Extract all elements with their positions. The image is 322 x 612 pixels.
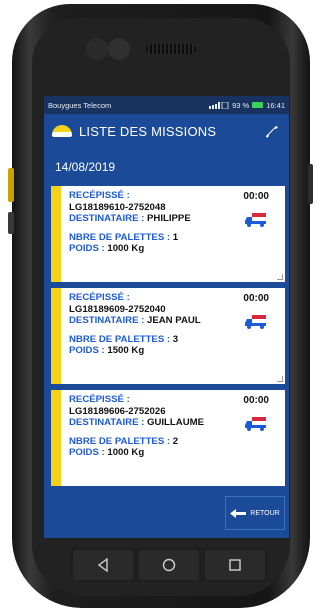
back-triangle-icon <box>97 558 108 572</box>
palettes-label: NBRE DE PALETTES : <box>69 435 171 447</box>
clock: 16:41 <box>266 100 285 110</box>
mission-time: 00:00 <box>243 395 269 406</box>
mission-card[interactable]: RECÉPISSÉ : LG18189610-2752048 DESTINATA… <box>51 186 285 282</box>
card-corner-mark <box>277 274 283 280</box>
destinataire-value: JEAN PAUL <box>147 315 201 326</box>
palettes-value: 2 <box>172 435 179 447</box>
battery-percent: 93 % <box>232 100 250 110</box>
palettes-label: NBRE DE PALETTES : <box>69 231 171 243</box>
phone-icon[interactable] <box>261 121 281 141</box>
recents-square-icon <box>229 559 241 571</box>
poids-value: 1500 Kg <box>107 345 145 356</box>
destinataire-label: DESTINATAIRE : <box>69 213 145 224</box>
signal-icon <box>209 101 229 109</box>
palettes-value: 3 <box>172 333 179 345</box>
app-header: LISTE DES MISSIONS <box>44 114 289 148</box>
poids-label: POIDS : <box>69 447 105 458</box>
home-circle-icon <box>162 558 176 572</box>
speaker-grille <box>146 44 196 54</box>
nav-back-button[interactable] <box>73 550 133 580</box>
destinataire-value: PHILIPPE <box>147 213 191 224</box>
mission-time: 00:00 <box>243 191 269 202</box>
page-title: LISTE DES MISSIONS <box>79 123 217 139</box>
battery-icon <box>252 102 264 108</box>
mission-date: 14/08/2019 <box>55 160 116 174</box>
mission-card[interactable]: RECÉPISSÉ : LG18189609-2752040 DESTINATA… <box>51 288 285 384</box>
nav-recents-button[interactable] <box>205 550 265 580</box>
mission-time: 00:00 <box>243 293 269 304</box>
status-bar: Bouygues Telecom 93 % 16:41 <box>44 96 289 114</box>
palettes-value: 1 <box>172 231 179 243</box>
truck-icon <box>245 315 266 329</box>
retour-button[interactable]: RETOUR <box>225 496 285 530</box>
brand-logo-icon <box>52 125 72 137</box>
back-arrow-icon <box>230 508 247 518</box>
destinataire-value: GUILLAUME <box>147 417 205 428</box>
poids-value: 1000 Kg <box>107 447 145 458</box>
mission-card[interactable]: RECÉPISSÉ : LG18189606-2752026 DESTINATA… <box>51 390 285 486</box>
carrier-name: Bouygues Telecom <box>48 100 112 110</box>
sensor-icon <box>108 38 130 60</box>
destinataire-label: DESTINATAIRE : <box>69 417 145 428</box>
poids-label: POIDS : <box>69 243 105 254</box>
camera-lens-icon <box>86 38 108 60</box>
side-button-yellow <box>8 168 14 202</box>
nav-home-button[interactable] <box>139 550 199 580</box>
truck-icon <box>245 417 266 431</box>
destinataire-label: DESTINATAIRE : <box>69 315 145 326</box>
poids-value: 1000 Kg <box>107 243 145 254</box>
card-corner-mark <box>277 376 283 382</box>
retour-label: RETOUR <box>250 509 280 517</box>
poids-label: POIDS : <box>69 345 105 356</box>
power-button <box>308 164 313 204</box>
truck-icon <box>245 213 266 227</box>
palettes-label: NBRE DE PALETTES : <box>69 333 171 345</box>
app-screen: Bouygues Telecom 93 % 16:41 LISTE DES MI… <box>44 96 289 538</box>
status-indicators: 93 % 16:41 <box>209 101 285 110</box>
side-button <box>8 212 14 234</box>
android-nav-bar <box>70 548 268 582</box>
